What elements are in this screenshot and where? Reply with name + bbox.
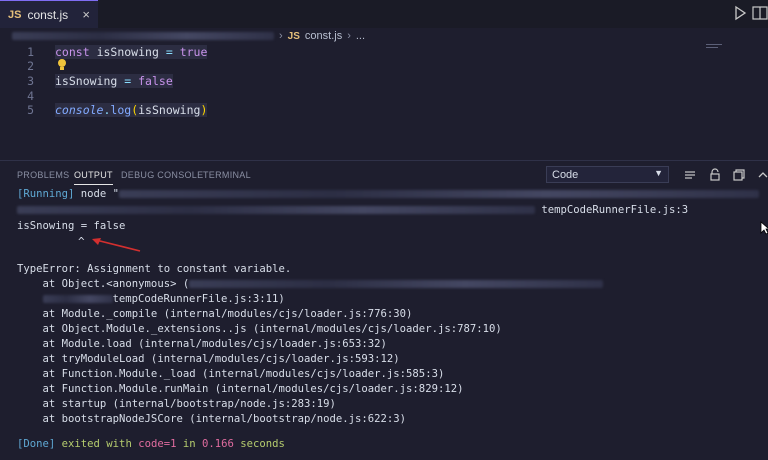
code-line: 3 isSnowing = false [0,74,768,88]
tab-terminal[interactable]: TERMINAL [203,170,251,180]
js-file-icon: JS [287,30,300,42]
breadcrumb-separator: › [347,30,351,42]
tab-output[interactable]: OUTPUT [74,170,113,185]
blurred-path [189,280,604,288]
tab-debug-console[interactable]: DEBUG CONSOLE [121,170,203,180]
done-line: [Done] exited with code=1 in 0.166 secon… [17,438,285,450]
stack-line: at bootstrapNodeJSCore (internal/bootstr… [17,413,407,425]
breadcrumb-file[interactable]: const.js [305,30,342,42]
breadcrumb-symbols[interactable]: ... [356,30,365,42]
tab-label: const.js [27,7,69,22]
mouse-cursor-icon [760,221,768,235]
panel-tab-bar: PROBLEMS OUTPUT DEBUG CONSOLE TERMINAL C… [0,161,768,187]
line-number: 5 [27,103,34,117]
stack-line: at Function.Module._load (internal/modul… [17,368,445,380]
code-line: 1 const isSnowing = true [0,45,768,59]
output-line: isSnowing = false [17,220,126,232]
breadcrumb: › JS const.js › ... [0,28,768,44]
blurred-path [17,206,535,214]
breadcrumb-separator: › [279,30,283,42]
lock-icon[interactable] [708,168,722,182]
tab-problems[interactable]: PROBLEMS [17,170,69,180]
code-text: isSnowing = false [55,74,173,88]
output-line: tempCodeRunnerFile.js:3 [17,202,688,218]
line-number: 2 [27,59,34,73]
blurred-path [42,295,113,303]
stack-line: at Object.Module._extensions..js (intern… [17,323,502,335]
output-line: TypeError: Assignment to constant variab… [17,263,292,275]
maximize-panel-icon[interactable] [732,168,746,182]
code-text: const isSnowing = true [55,45,208,59]
running-tag: [Running] [17,188,75,200]
stack-line: at Module.load (internal/modules/cjs/loa… [17,338,387,350]
output-channel-select[interactable]: Code ▼ [546,166,669,183]
code-line: 5 console.log(isSnowing) [0,103,768,117]
blurred-path [12,32,274,40]
chevron-down-icon: ▼ [654,168,663,178]
lightbulb-icon[interactable] [56,58,68,72]
error-caret: ^ [78,235,85,248]
output-line: tempCodeRunnerFile.js:3:11) [17,291,285,307]
stack-line: at Module._compile (internal/modules/cjs… [17,308,413,320]
output-panel: PROBLEMS OUTPUT DEBUG CONSOLE TERMINAL C… [0,160,768,460]
editor-tab-bar: JS const.js × [0,0,768,28]
red-arrow-annotation [92,238,141,252]
clear-output-icon[interactable] [683,168,697,182]
blurred-path [119,190,760,198]
stack-line: at startup (internal/bootstrap/node.js:2… [17,398,336,410]
run-icon[interactable] [732,5,748,21]
line-number: 1 [27,45,34,59]
line-number: 3 [27,74,34,88]
code-line: 2 [0,59,768,73]
done-tag: [Done] [17,438,56,450]
close-icon[interactable]: × [82,7,90,22]
chevron-up-icon[interactable] [756,168,768,182]
tab-const-js[interactable]: JS const.js × [0,0,98,28]
js-file-icon: JS [8,8,22,21]
code-line: 4 [0,89,768,103]
code-text: console.log(isSnowing) [55,103,208,117]
output-line: [Running] node " [17,186,760,202]
stack-line: at tryModuleLoad (internal/modules/cjs/l… [17,353,400,365]
stack-line: at Function.Module.runMain (internal/mod… [17,383,464,395]
code-editor[interactable]: 1 const isSnowing = true 2 3 isSnowing =… [0,44,768,156]
output-line: at Object.<anonymous> ( [17,276,604,292]
output-channel-value: Code [552,168,579,181]
line-number: 4 [27,89,34,103]
split-editor-icon[interactable] [752,6,768,20]
